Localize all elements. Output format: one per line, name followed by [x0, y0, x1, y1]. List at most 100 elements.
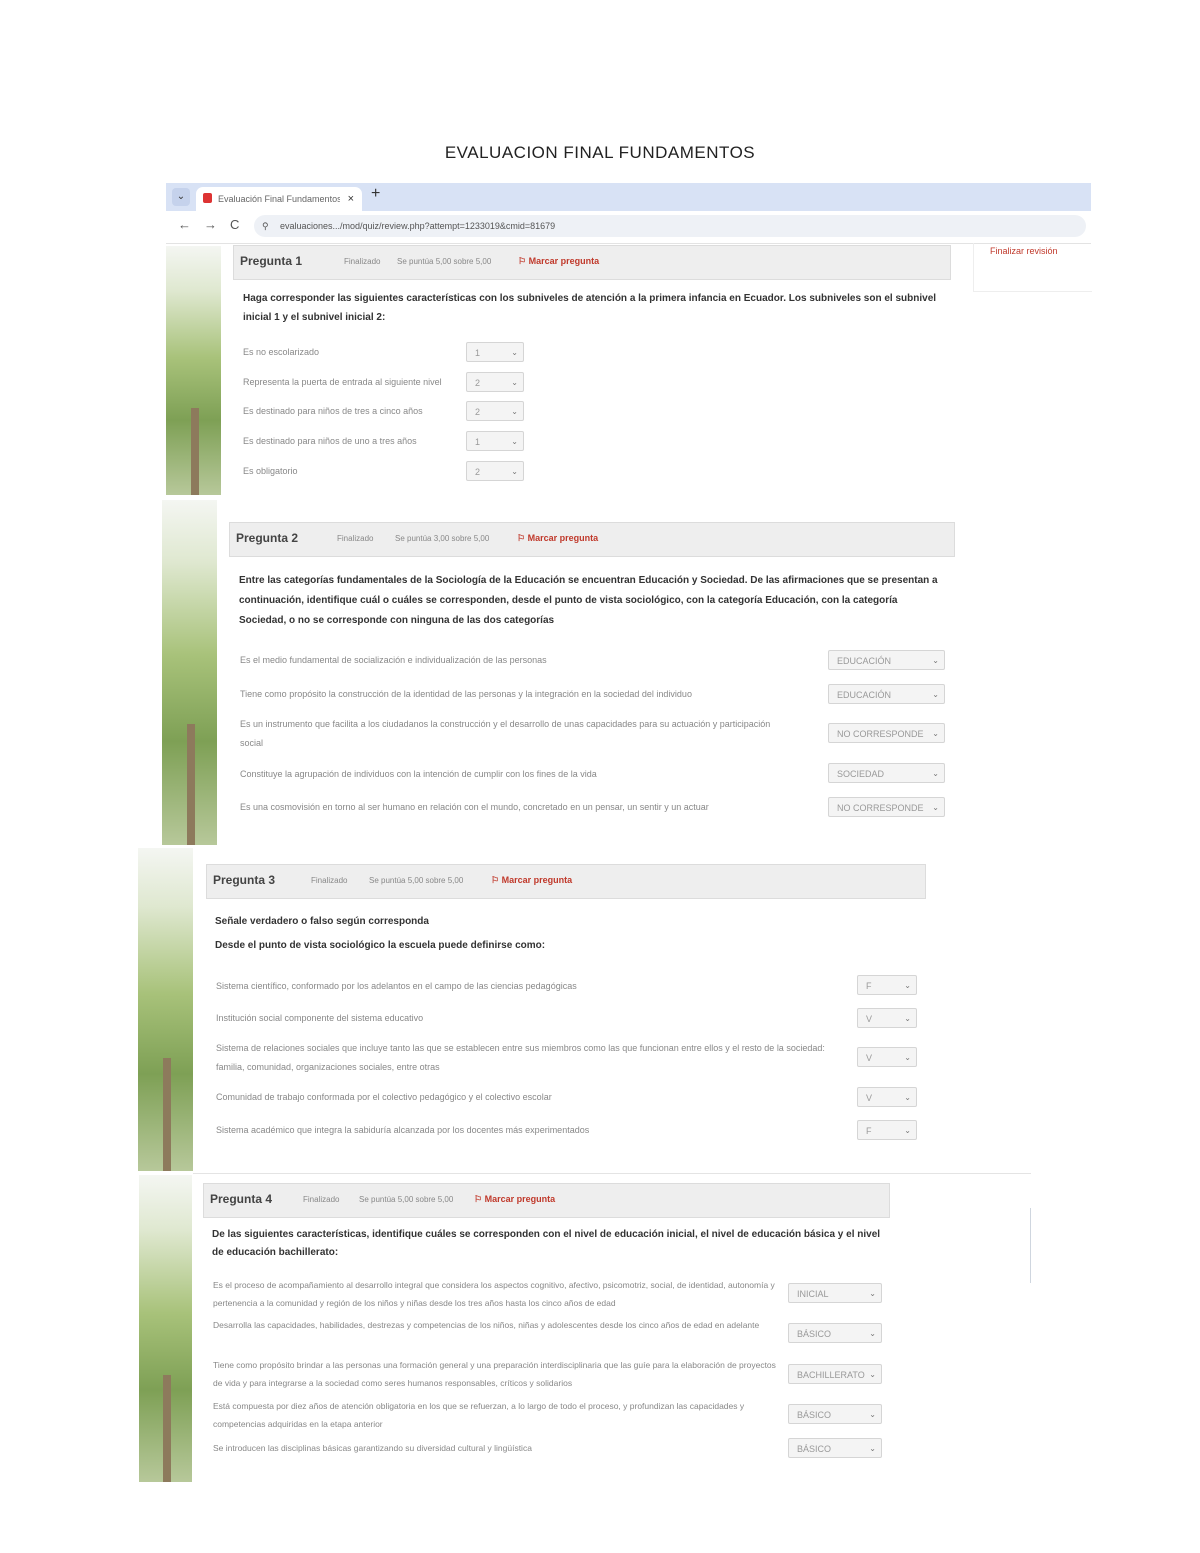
- item-text: Es destinado para niños de tres a cinco …: [243, 406, 423, 416]
- question-status: Finalizado: [311, 876, 348, 885]
- tree-image: [162, 500, 217, 845]
- back-icon[interactable]: ←: [178, 217, 191, 232]
- chevron-down-icon: ⌄: [869, 1329, 876, 1338]
- question-prompt: Entre las categorías fundamentales de la…: [239, 575, 938, 626]
- question-prompt: De las siguientes características, ident…: [212, 1229, 881, 1258]
- question-score: Se puntúa 5,00 sobre 5,00: [397, 257, 492, 266]
- question-subprompt: Desde el punto de vista sociológico la e…: [215, 940, 546, 951]
- new-tab-button[interactable]: +: [371, 185, 380, 203]
- question-status: Finalizado: [303, 1195, 340, 1204]
- flag-icon: ⚐: [517, 533, 526, 543]
- chevron-down-icon: ⌄: [904, 1093, 911, 1102]
- chevron-down-icon: ⌄: [869, 1410, 876, 1419]
- chevron-down-icon: ⌄: [511, 407, 518, 416]
- scrollbar[interactable]: [1030, 1208, 1031, 1283]
- answer-select[interactable]: 1 ⌄: [466, 431, 524, 451]
- question-2-header: Pregunta 2 Finalizado Se puntúa 3,00 sob…: [229, 522, 955, 557]
- close-tab-icon[interactable]: ×: [348, 187, 354, 211]
- question-4-header: Pregunta 4 Finalizado Se puntúa 5,00 sob…: [203, 1183, 890, 1218]
- answer-select[interactable]: 2 ⌄: [466, 461, 524, 481]
- question-status: Finalizado: [344, 257, 381, 266]
- chevron-down-icon: ⌄: [932, 769, 939, 778]
- answer-select[interactable]: EDUCACIÓN ⌄: [828, 684, 945, 704]
- chevron-down-icon: ⌄: [904, 1053, 911, 1062]
- finish-review-link[interactable]: Finalizar revisión: [990, 246, 1058, 256]
- item-text: Está compuesta por diez años de atención…: [213, 1401, 745, 1429]
- item-text: Es el proceso de acompañamiento al desar…: [213, 1280, 775, 1308]
- browser-chrome: ⌄ Evaluación Final Fundamentos de × + ← …: [166, 183, 1091, 244]
- answer-select[interactable]: 2 ⌄: [466, 401, 524, 421]
- answer-select[interactable]: 2 ⌄: [466, 372, 524, 392]
- question-prompt: Señale verdadero o falso según correspon…: [215, 916, 429, 927]
- answer-select[interactable]: EDUCACIÓN ⌄: [828, 650, 945, 670]
- flag-question-button[interactable]: ⚐ Marcar pregunta: [474, 1194, 555, 1205]
- tab-bar: ⌄ Evaluación Final Fundamentos de × +: [166, 183, 1091, 211]
- item-text: Tiene como propósito brindar a las perso…: [213, 1360, 776, 1388]
- chevron-down-icon: ⌄: [511, 348, 518, 357]
- answer-select[interactable]: BÁSICO ⌄: [788, 1438, 882, 1458]
- chevron-down-icon: ⌄: [511, 378, 518, 387]
- item-text: Representa la puerta de entrada al sigui…: [243, 377, 442, 387]
- item-text: Institución social componente del sistem…: [216, 1013, 424, 1023]
- address-bar-row: ← → C ⚲ evaluaciones.../mod/quiz/review.…: [166, 211, 1091, 244]
- question-number: Pregunta 1: [240, 254, 303, 268]
- flag-question-button[interactable]: ⚐ Marcar pregunta: [517, 533, 598, 544]
- answer-select[interactable]: NO CORRESPONDE ⌄: [828, 797, 945, 817]
- chevron-down-icon: ⌄: [511, 437, 518, 446]
- tab-list-button[interactable]: ⌄: [172, 188, 190, 206]
- favicon-icon: [203, 193, 212, 203]
- chevron-down-icon: ⌄: [511, 467, 518, 476]
- chevron-down-icon: ⌄: [869, 1370, 876, 1379]
- tab-title: Evaluación Final Fundamentos de: [218, 194, 340, 204]
- item-text: Es obligatorio: [243, 466, 298, 476]
- item-text: Es un instrumento que facilita a los ciu…: [240, 719, 771, 748]
- answer-select[interactable]: F ⌄: [857, 1120, 917, 1140]
- quiz-nav-panel: Finalizar revisión: [973, 243, 1092, 292]
- item-text: Es el medio fundamental de socialización…: [240, 655, 547, 665]
- question-score: Se puntúa 5,00 sobre 5,00: [369, 876, 464, 885]
- chevron-down-icon: ⌄: [904, 1014, 911, 1023]
- question-1-header: Pregunta 1 Finalizado Se puntúa 5,00 sob…: [233, 245, 951, 280]
- question-score: Se puntúa 5,00 sobre 5,00: [359, 1195, 454, 1204]
- item-text: Sistema científico, conformado por los a…: [216, 981, 577, 991]
- answer-select[interactable]: 1 ⌄: [466, 342, 524, 362]
- question-score: Se puntúa 3,00 sobre 5,00: [395, 534, 490, 543]
- flag-icon: ⚐: [474, 1194, 483, 1204]
- answer-select[interactable]: BÁSICO ⌄: [788, 1323, 882, 1343]
- answer-select[interactable]: BÁSICO ⌄: [788, 1404, 882, 1424]
- chevron-down-icon: ⌄: [932, 729, 939, 738]
- flag-question-button[interactable]: ⚐ Marcar pregunta: [518, 256, 599, 267]
- answer-select[interactable]: V ⌄: [857, 1047, 917, 1067]
- chevron-down-icon: ⌄: [904, 1126, 911, 1135]
- item-text: Sistema de relaciones sociales que inclu…: [216, 1043, 825, 1072]
- item-text: Sistema académico que integra la sabidur…: [216, 1125, 590, 1135]
- tree-image: [139, 1175, 192, 1482]
- item-text: Desarrolla las capacidades, habilidades,…: [213, 1320, 760, 1330]
- site-info-icon[interactable]: ⚲: [262, 215, 269, 237]
- answer-select[interactable]: V ⌄: [857, 1087, 917, 1107]
- url-text: evaluaciones.../mod/quiz/review.php?atte…: [280, 221, 556, 231]
- answer-select[interactable]: SOCIEDAD ⌄: [828, 763, 945, 783]
- url-field[interactable]: ⚲ evaluaciones.../mod/quiz/review.php?at…: [254, 215, 1086, 237]
- item-text: Es una cosmovisión en torno al ser human…: [240, 802, 709, 812]
- browser-tab[interactable]: Evaluación Final Fundamentos de ×: [196, 187, 362, 211]
- flag-question-button[interactable]: ⚐ Marcar pregunta: [491, 875, 572, 886]
- forward-icon[interactable]: →: [204, 217, 217, 232]
- reload-icon[interactable]: C: [230, 217, 239, 232]
- tree-image: [166, 246, 221, 495]
- flag-icon: ⚐: [491, 875, 500, 885]
- question-3-header: Pregunta 3 Finalizado Se puntúa 5,00 sob…: [206, 864, 926, 899]
- answer-select[interactable]: NO CORRESPONDE ⌄: [828, 723, 945, 743]
- answer-select[interactable]: F ⌄: [857, 975, 917, 995]
- item-text: Es no escolarizado: [243, 347, 320, 357]
- answer-select[interactable]: INICIAL ⌄: [788, 1283, 882, 1303]
- question-number: Pregunta 4: [210, 1192, 273, 1206]
- answer-select[interactable]: V ⌄: [857, 1008, 917, 1028]
- question-prompt: Haga corresponder las siguientes caracte…: [243, 293, 937, 323]
- answer-select[interactable]: BACHILLERATO ⌄: [788, 1364, 882, 1384]
- item-text: Es destinado para niños de uno a tres añ…: [243, 436, 417, 446]
- chevron-down-icon: ⌄: [932, 656, 939, 665]
- item-text: Comunidad de trabajo conformada por el c…: [216, 1092, 552, 1102]
- question-status: Finalizado: [337, 534, 374, 543]
- chevron-down-icon: ⌄: [869, 1444, 876, 1453]
